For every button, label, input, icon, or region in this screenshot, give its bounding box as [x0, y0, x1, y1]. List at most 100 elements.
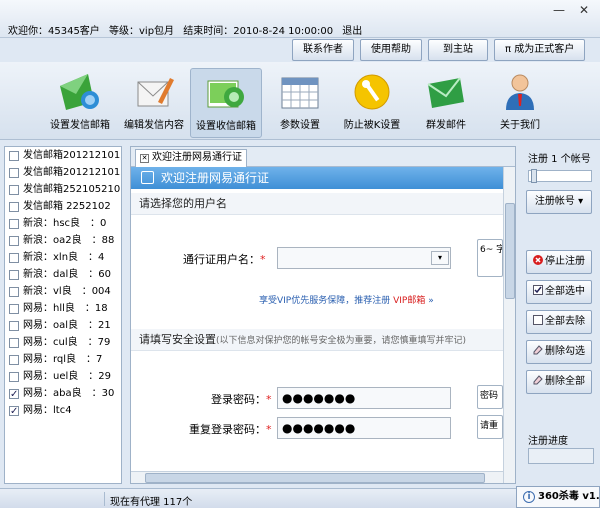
confirm-password-label: 重复登录密码：*: [189, 423, 272, 436]
vip-link[interactable]: VIP邮箱: [393, 296, 425, 306]
account-checkbox[interactable]: [9, 269, 19, 280]
account-checkbox[interactable]: [9, 354, 19, 365]
status-divider: [104, 492, 105, 506]
vip-text: 享受VIP优先服务保障，推荐注册: [259, 296, 391, 306]
close-button[interactable]: ✕: [575, 3, 593, 17]
stop-register-button[interactable]: 停止注册: [526, 250, 592, 274]
security-note: (以下信息对保护您的帐号安全极为重要，请您慎重填写并牢记): [216, 336, 467, 346]
status-bar: 现在有代理 117个: [0, 488, 600, 508]
chevron-down-icon: ▾: [578, 196, 584, 207]
required-mark: *: [260, 253, 266, 266]
minimize-button[interactable]: —: [550, 3, 568, 17]
become-customer-button[interactable]: π 成为正式客户: [494, 39, 586, 61]
edit-mail-icon: [132, 72, 176, 112]
antivirus-notification[interactable]: i 360杀毒 v1.1: [516, 486, 600, 508]
list-item[interactable]: 网易：oal良 ：21: [5, 317, 121, 334]
main-site-button[interactable]: 到主站: [428, 39, 488, 61]
toolbar-label: 编辑发信内容: [124, 120, 184, 131]
tab-registration[interactable]: ✕ 欢迎注册网易通行证: [135, 149, 247, 167]
register-account-button[interactable]: 注册帐号 ▾: [526, 190, 592, 214]
end-time-text: 结束时间：2010-8-24 10:00:00: [183, 26, 334, 37]
vip-arrow[interactable]: »: [428, 296, 434, 306]
account-checkbox[interactable]: [9, 167, 19, 178]
person-icon: [498, 72, 542, 112]
username-input[interactable]: [277, 247, 451, 269]
toolbar-parameter-settings[interactable]: 参数设置: [264, 68, 336, 138]
account-checkbox[interactable]: [9, 150, 19, 161]
contact-author-button[interactable]: 联系作者: [292, 39, 354, 61]
list-item[interactable]: 发信邮箱2521052105: [5, 181, 121, 198]
account-checkbox[interactable]: [9, 320, 19, 331]
register-count-label: 注册 1 个帐号: [528, 154, 591, 165]
password-tip: 密码: [477, 385, 503, 409]
slider-knob[interactable]: [531, 169, 537, 183]
toolbar-receive-mailbox[interactable]: 设置收信邮箱: [190, 68, 262, 138]
list-item[interactable]: 新浪：xln良 ：4: [5, 249, 121, 266]
vertical-scrollbar[interactable]: [503, 167, 515, 483]
bulk-mail-icon: [424, 72, 468, 112]
toolbar-bulk-mail[interactable]: 群发邮件: [410, 68, 482, 138]
welcome-text: 欢迎你：45345客户: [8, 26, 100, 37]
info-icon: i: [523, 491, 535, 503]
toolbar-anti-ban-settings[interactable]: 防止被K设置: [336, 68, 408, 138]
confirm-password-input[interactable]: ●●●●●●●: [277, 417, 451, 439]
toolbar-send-mailbox[interactable]: 设置发信邮箱: [44, 68, 116, 138]
banner-title: 欢迎注册网易通行证: [161, 171, 270, 185]
account-checkbox[interactable]: [9, 386, 19, 403]
account-checkbox[interactable]: [9, 337, 19, 348]
top-button-row: 联系作者 使用帮助 到主站 π 成为正式客户: [292, 39, 586, 61]
list-item[interactable]: 网易：hll良 ：18: [5, 300, 121, 317]
account-status: 欢迎你：45345客户 等级：vip包月 结束时间：2010-8-24 10:0…: [8, 22, 368, 37]
account-checkbox[interactable]: [9, 218, 19, 229]
calendar-settings-icon: [278, 72, 322, 112]
toolbar-label: 设置收信邮箱: [196, 121, 256, 132]
scroll-thumb[interactable]: [505, 203, 515, 299]
help-button[interactable]: 使用帮助: [360, 39, 422, 61]
delete-checked-button[interactable]: 删除勾选: [526, 340, 592, 364]
eraser-icon: [533, 372, 543, 385]
toolbar-label: 群发邮件: [426, 120, 466, 131]
wrench-icon: [350, 72, 394, 112]
stop-icon: [533, 252, 543, 265]
receive-mail-icon: [204, 73, 248, 113]
account-list[interactable]: 发信邮箱20121210120 发信邮箱20121210120 发信邮箱2521…: [4, 146, 122, 484]
list-item[interactable]: 网易：ltc4: [5, 402, 121, 420]
toolbar-label: 防止被K设置: [343, 120, 401, 131]
deselect-all-button[interactable]: 全部去除: [526, 310, 592, 334]
list-item[interactable]: 新浪：dal良 ：60: [5, 266, 121, 283]
account-checkbox[interactable]: [9, 252, 19, 263]
list-item[interactable]: 新浪：oa2良 ：88: [5, 232, 121, 249]
logout-link[interactable]: 退出: [342, 26, 362, 37]
account-checkbox[interactable]: [9, 235, 19, 246]
toolbar-label: 参数设置: [280, 120, 320, 131]
edit-icon: [141, 171, 154, 184]
domain-dropdown[interactable]: ▾: [431, 251, 449, 265]
horizontal-scrollbar[interactable]: [131, 471, 503, 483]
account-checkbox[interactable]: [9, 201, 19, 212]
account-checkbox[interactable]: [9, 184, 19, 195]
list-item[interactable]: 新浪：hsc良 ：0: [5, 215, 121, 232]
scroll-thumb[interactable]: [145, 473, 485, 483]
account-checkbox[interactable]: [9, 403, 19, 420]
select-all-button[interactable]: 全部选中: [526, 280, 592, 304]
toolbar-edit-content[interactable]: 编辑发信内容: [118, 68, 190, 138]
confirm-password-tip: 请重: [477, 415, 503, 439]
list-item[interactable]: 网易：aba良 ：30: [5, 385, 121, 403]
list-item[interactable]: 发信邮箱20121210120: [5, 164, 121, 181]
account-checkbox[interactable]: [9, 371, 19, 382]
list-item[interactable]: 网易：rql良 ：7: [5, 351, 121, 368]
list-item[interactable]: 新浪：vl良 ：004: [5, 283, 121, 300]
list-item[interactable]: 网易：cul良 ：79: [5, 334, 121, 351]
account-checkbox[interactable]: [9, 286, 19, 297]
password-input[interactable]: ●●●●●●●: [277, 387, 451, 409]
account-checkbox[interactable]: [9, 303, 19, 314]
list-item[interactable]: 发信邮箱20121210120: [5, 147, 121, 164]
toolbar-about-us[interactable]: 关于我们: [484, 68, 556, 138]
register-count-slider[interactable]: [528, 169, 592, 183]
list-item[interactable]: 发信邮箱 2252102: [5, 198, 121, 215]
close-tab-icon[interactable]: ✕: [140, 154, 149, 163]
list-item[interactable]: 网易：uel良 ：29: [5, 368, 121, 385]
registration-browser: ✕ 欢迎注册网易通行证 欢迎注册网易通行证 请选择您的用户名 通行证用户名：* ▾…: [130, 146, 516, 484]
browser-tab-bar: ✕ 欢迎注册网易通行证: [131, 147, 515, 167]
delete-all-button[interactable]: 删除全部: [526, 370, 592, 394]
